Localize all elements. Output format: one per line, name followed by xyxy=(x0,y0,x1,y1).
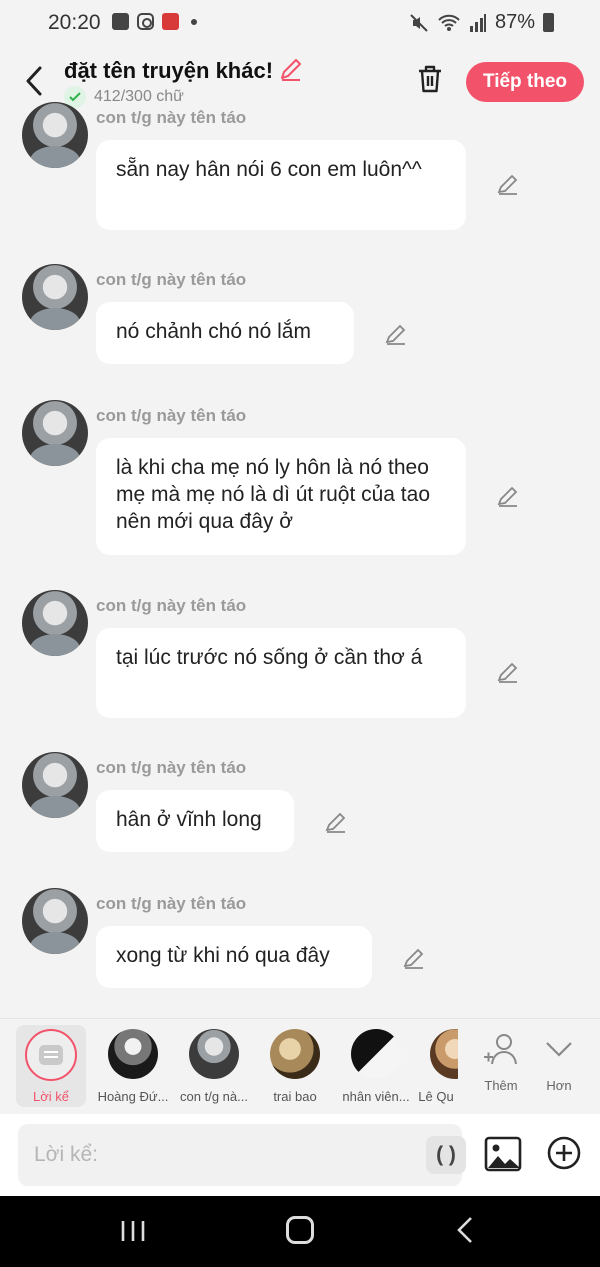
avatar[interactable] xyxy=(22,400,88,466)
character-label: Hoàng Đứ... xyxy=(97,1089,169,1104)
narrator-icon xyxy=(25,1029,77,1081)
input-placeholder: Lời kể: xyxy=(34,1143,98,1166)
story-title: đặt tên truyện khác! xyxy=(64,58,274,83)
character-label: trai bao xyxy=(273,1089,317,1104)
avatar xyxy=(270,1029,320,1079)
character-name: con t/g này tên táo xyxy=(96,758,247,777)
message-bubble[interactable]: sẵn nay hân nói 6 con em luôn^^ xyxy=(96,140,466,230)
battery-percent: 87% xyxy=(494,11,535,33)
add-label: Thêm xyxy=(484,1078,518,1093)
character-name: con t/g này tên táo xyxy=(96,270,247,289)
chat-area: con t/g này tên táo sẵn nay hân nói 6 co… xyxy=(0,96,600,1016)
character-item[interactable]: trai bao xyxy=(254,1025,336,1104)
character-item[interactable]: nhân viên... xyxy=(335,1025,417,1104)
character-label: con t/g nà... xyxy=(180,1089,248,1104)
trash-icon[interactable] xyxy=(416,64,444,94)
character-name: con t/g này tên táo xyxy=(96,894,247,913)
avatar[interactable] xyxy=(22,264,88,330)
wifi-icon xyxy=(438,14,460,31)
narration-input[interactable]: Lời kể: ( ) xyxy=(18,1124,466,1186)
mute-icon xyxy=(410,13,428,32)
more-button[interactable]: Hơn xyxy=(534,1031,584,1093)
message-bubble[interactable]: tại lúc trước nó sống ở cần thơ á xyxy=(96,628,466,718)
edit-pencil-icon[interactable] xyxy=(384,322,408,346)
avatar xyxy=(108,1029,158,1079)
message-bubble[interactable]: xong từ khi nó qua đây xyxy=(96,926,372,988)
system-navigation-bar xyxy=(0,1196,600,1267)
parenthesis-button[interactable]: ( ) xyxy=(426,1136,466,1174)
character-name: con t/g này tên táo xyxy=(96,406,247,425)
home-icon[interactable] xyxy=(286,1216,314,1244)
avatar xyxy=(430,1029,458,1079)
signal-icon xyxy=(469,13,486,32)
system-back-icon[interactable] xyxy=(456,1216,474,1244)
avatar xyxy=(351,1029,401,1079)
edit-pencil-icon[interactable] xyxy=(496,484,520,508)
plus-circle-icon[interactable] xyxy=(547,1136,581,1170)
add-user-icon xyxy=(484,1034,517,1065)
character-label: Lê Qu xyxy=(418,1089,454,1104)
character-name: con t/g này tên táo xyxy=(96,108,247,127)
status-bar: 20:20 87% xyxy=(0,0,600,48)
avatar xyxy=(189,1029,239,1079)
edit-pencil-icon[interactable] xyxy=(496,172,520,196)
avatar[interactable] xyxy=(22,888,88,954)
edit-pencil-icon[interactable] xyxy=(324,810,348,834)
back-arrow-icon[interactable] xyxy=(20,64,48,98)
add-character-button[interactable]: Thêm xyxy=(476,1031,526,1093)
more-notifications-icon xyxy=(191,18,197,25)
character-label: nhân viên... xyxy=(342,1089,410,1104)
edit-title-pencil-icon[interactable] xyxy=(278,56,304,82)
composer: Lời kể: ( ) xyxy=(0,1114,600,1196)
message-bubble[interactable]: hân ở vĩnh long xyxy=(96,790,294,852)
gallery-notification-icon xyxy=(112,13,129,30)
chevron-down-icon xyxy=(546,1042,572,1057)
character-item[interactable]: Hoàng Đứ... xyxy=(92,1025,174,1104)
status-time: 20:20 xyxy=(48,11,101,34)
message-bubble[interactable]: là khi cha mẹ nó ly hôn là nó theo mẹ mà… xyxy=(96,438,466,555)
edit-pencil-icon[interactable] xyxy=(496,660,520,684)
edit-pencil-icon[interactable] xyxy=(402,946,426,970)
character-label: Lời kể xyxy=(33,1089,69,1104)
character-picker: Lời kể Hoàng Đứ... con t/g nà... trai ba… xyxy=(0,1018,600,1114)
avatar[interactable] xyxy=(22,590,88,656)
character-name: con t/g này tên táo xyxy=(96,596,247,615)
app-notification-icon xyxy=(162,13,179,30)
character-item[interactable]: con t/g nà... xyxy=(173,1025,255,1104)
message-bubble[interactable]: nó chảnh chó nó lắm xyxy=(96,302,354,364)
instagram-notification-icon xyxy=(137,13,154,30)
more-label: Hơn xyxy=(546,1078,572,1093)
character-item[interactable]: Lê Qu xyxy=(414,1025,458,1104)
recent-apps-icon[interactable] xyxy=(120,1220,146,1242)
battery-icon xyxy=(543,13,554,32)
image-icon[interactable] xyxy=(484,1136,522,1172)
character-narrator[interactable]: Lời kể xyxy=(16,1025,86,1107)
avatar[interactable] xyxy=(22,752,88,818)
avatar[interactable] xyxy=(22,102,88,168)
